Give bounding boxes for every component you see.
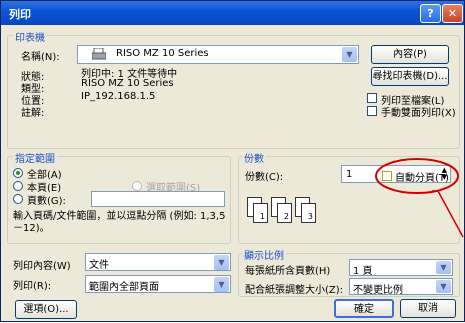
close-button[interactable]: ✕ xyxy=(442,4,463,23)
collate-label: 自動分頁(T) xyxy=(395,173,449,184)
pages-label: 頁數(G): xyxy=(27,196,66,207)
cancel-button[interactable]: 取消 xyxy=(400,299,456,318)
options-button[interactable]: 選項(O)... xyxy=(15,300,77,319)
find-printer-button[interactable]: 尋找印表機(D)... xyxy=(371,67,449,86)
selection-radio xyxy=(132,181,142,191)
manual-duplex-checkbox[interactable] xyxy=(367,106,377,116)
print-dialog: 列印 ? ✕ 印表機 名稱(N): RISO MZ 10 Series ▼ 內容… xyxy=(0,0,465,322)
help-button[interactable]: ? xyxy=(420,4,441,23)
chevron-down-icon[interactable]: ▼ xyxy=(436,280,451,293)
printer-name-select[interactable]: RISO MZ 10 Series ▼ xyxy=(77,45,359,64)
title-bar: 列印 ? ✕ xyxy=(1,1,464,25)
pages-per-sheet-label: 每張紙所含頁數(H) xyxy=(245,266,331,277)
print-what-select[interactable]: 文件 ▼ xyxy=(85,253,231,271)
ok-button[interactable]: 確定 xyxy=(334,299,394,318)
properties-button[interactable]: 內容(P) xyxy=(371,45,449,64)
manual-duplex-label: 手動雙面列印(X) xyxy=(381,108,456,119)
print-what-value: 文件 xyxy=(89,260,109,271)
collate-page-6: 3 xyxy=(301,203,316,223)
chevron-down-icon[interactable]: ▼ xyxy=(436,261,451,274)
comment-label: 註解: xyxy=(21,108,45,119)
print-label: 列印(R): xyxy=(13,281,52,292)
print-value: 範圍內全部頁面 xyxy=(89,282,159,293)
copies-group-label: 份數 xyxy=(242,150,266,165)
all-pages-radio[interactable] xyxy=(13,168,23,178)
pages-per-sheet-select[interactable]: 1 頁 ▼ xyxy=(349,259,453,277)
zoom-group-label: 顯示比例 xyxy=(242,247,286,262)
print-select[interactable]: 範圍內全部頁面 ▼ xyxy=(85,275,231,293)
pages-input[interactable] xyxy=(91,191,225,207)
scale-select[interactable]: 不變更比例 ▼ xyxy=(349,278,453,296)
scale-label: 配合紙張調整大小(Z): xyxy=(245,285,344,296)
pages-radio[interactable] xyxy=(13,194,23,204)
chevron-down-icon[interactable]: ▼ xyxy=(214,255,229,270)
copies-value: 1 xyxy=(346,169,353,180)
printer-name-value: RISO MZ 10 Series xyxy=(116,48,209,59)
collate-page-2: 1 xyxy=(253,203,268,223)
where-value: IP_192.168.1.5 xyxy=(81,91,156,102)
print-to-file-checkbox[interactable] xyxy=(367,93,377,103)
page-range-hint: 輸入頁碼/文件範圍，並以逗點分隔 (例如: 1,3,5－12)。 xyxy=(13,211,226,234)
printer-group-label: 印表機 xyxy=(13,29,47,44)
copies-label: 份數(C): xyxy=(245,172,284,183)
page-range-label: 指定範圍 xyxy=(13,150,57,165)
printer-name-label: 名稱(N): xyxy=(21,52,60,63)
collate-checkbox[interactable] xyxy=(382,171,392,181)
print-what-label: 列印內容(W) xyxy=(13,261,71,272)
type-value: RISO MZ 10 Series xyxy=(81,78,174,89)
chevron-down-icon[interactable]: ▼ xyxy=(342,47,357,62)
window-title: 列印 xyxy=(9,8,31,21)
pages-per-sheet-value: 1 頁 xyxy=(353,266,373,277)
current-page-radio[interactable] xyxy=(13,181,23,191)
scale-value: 不變更比例 xyxy=(353,285,403,296)
collate-page-4: 2 xyxy=(277,203,292,223)
chevron-down-icon[interactable]: ▼ xyxy=(214,277,229,292)
printer-icon xyxy=(92,48,106,60)
